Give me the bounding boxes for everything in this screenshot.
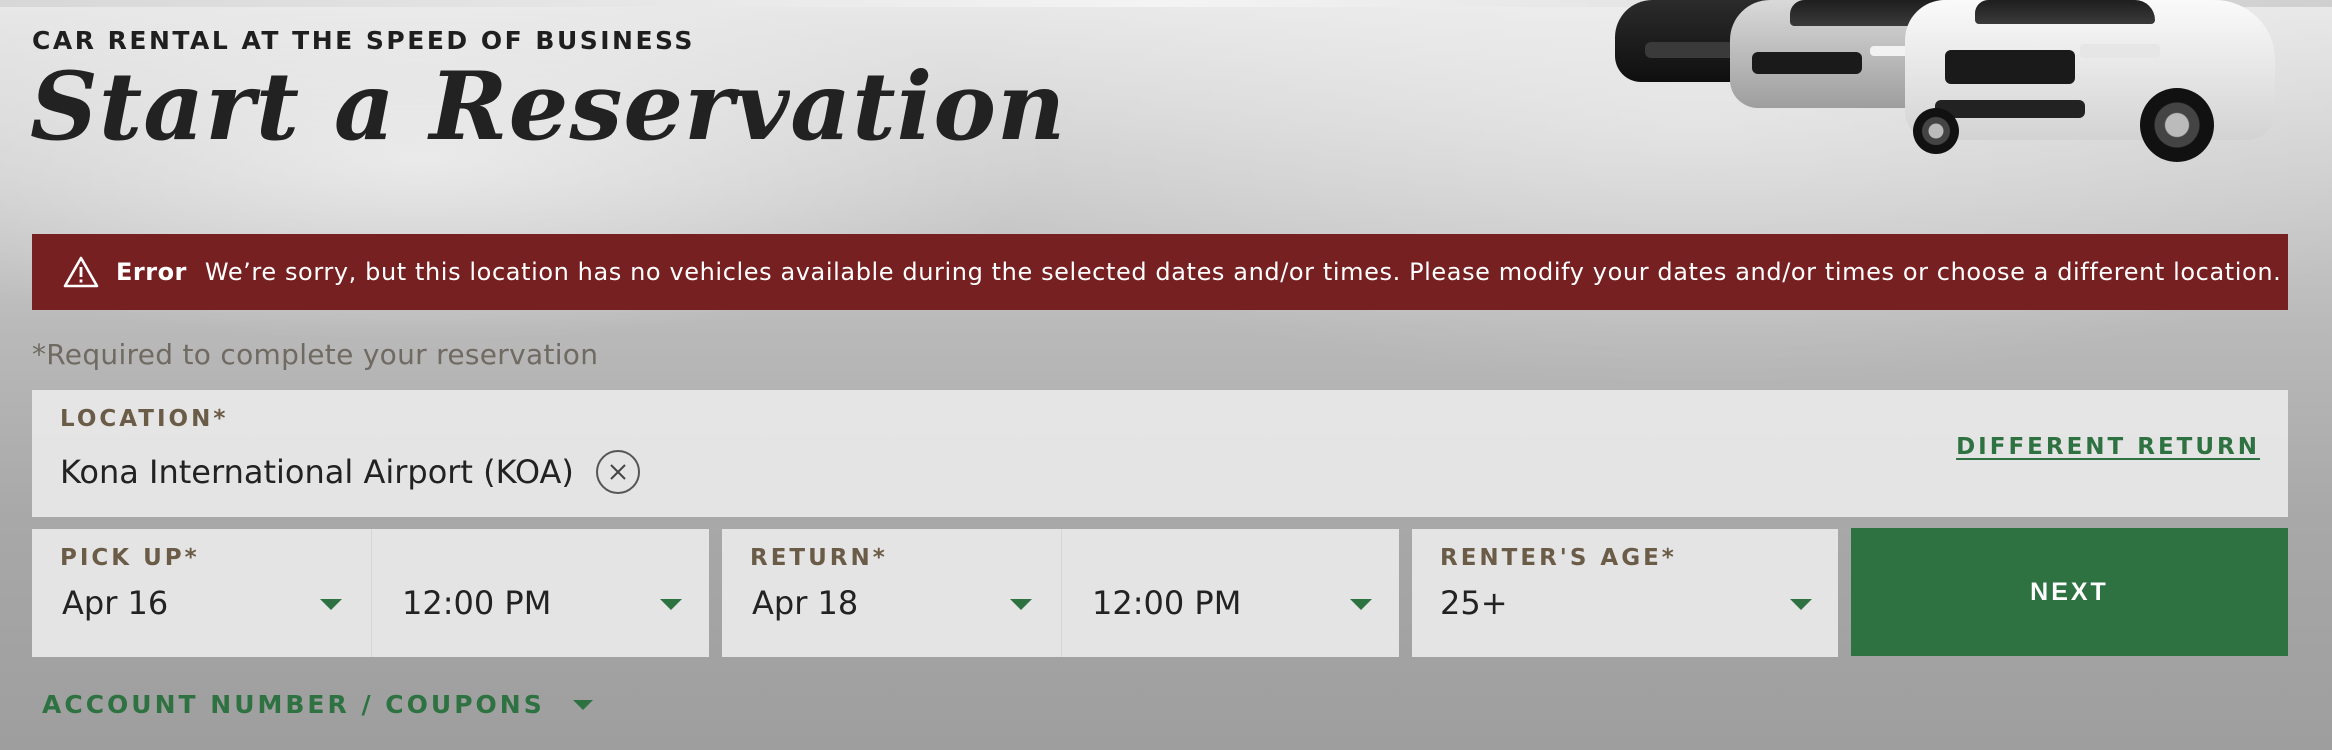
pickup-group: PICK UP* Apr 16 12:00 PM bbox=[32, 529, 709, 657]
coupons-label: ACCOUNT NUMBER / COUPONS bbox=[42, 690, 545, 719]
return-date-select[interactable]: RETURN* Apr 18 bbox=[722, 529, 1060, 657]
page-title: Start a Reservation bbox=[30, 52, 1067, 162]
chevron-down-icon bbox=[660, 599, 682, 610]
return-label: RETURN* bbox=[750, 545, 888, 571]
warning-triangle-icon bbox=[63, 256, 99, 288]
return-time-select[interactable]: 12:00 PM bbox=[1061, 529, 1399, 657]
chevron-down-icon bbox=[1350, 599, 1372, 610]
pickup-time-select[interactable]: 12:00 PM bbox=[371, 529, 709, 657]
eyebrow-text: CAR RENTAL AT THE SPEED OF BUSINESS bbox=[32, 26, 695, 55]
account-coupons-toggle[interactable]: ACCOUNT NUMBER / COUPONS bbox=[42, 690, 593, 719]
pickup-date-value: Apr 16 bbox=[62, 584, 169, 622]
chevron-down-icon bbox=[320, 599, 342, 610]
next-button[interactable]: NEXT bbox=[1851, 528, 2288, 656]
different-return-link[interactable]: DIFFERENT RETURN bbox=[1956, 434, 2260, 460]
required-note: *Required to complete your reservation bbox=[32, 338, 599, 371]
pickup-time-value: 12:00 PM bbox=[402, 584, 552, 622]
error-banner: Error We’re sorry, but this location has… bbox=[32, 234, 2288, 310]
location-value-wrap: Kona International Airport (KOA) bbox=[60, 450, 640, 494]
chevron-down-icon bbox=[1790, 599, 1812, 610]
error-label: Error bbox=[116, 258, 187, 286]
pickup-label: PICK UP* bbox=[60, 545, 200, 571]
error-message: We’re sorry, but this location has no ve… bbox=[204, 258, 2282, 286]
hero-cars-image bbox=[1605, 0, 2285, 170]
location-field[interactable]: LOCATION* Kona International Airport (KO… bbox=[32, 390, 2288, 517]
renter-age-select[interactable]: RENTER'S AGE* 25+ bbox=[1412, 529, 1838, 657]
renter-age-label: RENTER'S AGE* bbox=[1440, 545, 1677, 571]
close-icon bbox=[610, 464, 626, 480]
return-date-value: Apr 18 bbox=[752, 584, 859, 622]
renter-age-value: 25+ bbox=[1440, 584, 1508, 622]
return-time-value: 12:00 PM bbox=[1092, 584, 1242, 622]
return-group: RETURN* Apr 18 12:00 PM bbox=[722, 529, 1399, 657]
clear-location-button[interactable] bbox=[595, 450, 640, 494]
pickup-date-select[interactable]: PICK UP* Apr 16 bbox=[32, 529, 370, 657]
location-value[interactable]: Kona International Airport (KOA) bbox=[60, 453, 574, 491]
chevron-down-icon bbox=[572, 699, 593, 710]
chevron-down-icon bbox=[1010, 599, 1032, 610]
location-label: LOCATION* bbox=[60, 406, 229, 432]
white-suv bbox=[1905, 0, 2275, 165]
